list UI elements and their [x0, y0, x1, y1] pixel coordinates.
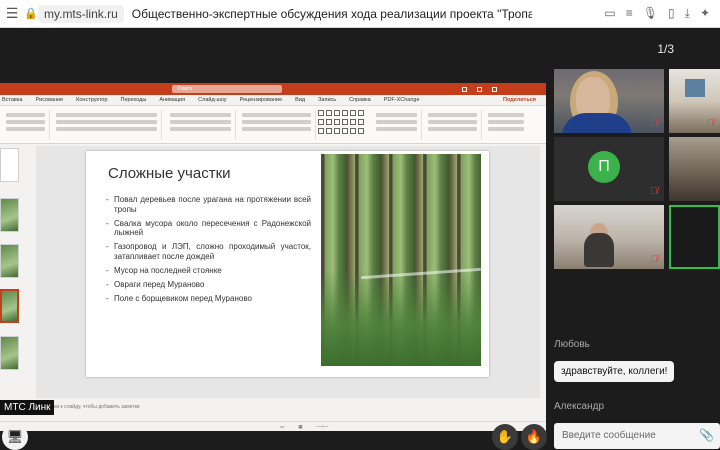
ribbon-group-editing — [484, 110, 528, 140]
ribbon-group-designer — [238, 110, 316, 140]
browser-toolbar: ☰ 🔒 my.mts-link.ru Общественно-экспертны… — [0, 0, 720, 28]
browser-icons: ▭ ≡ 🎙 ▯ ⤓ ✦ — [604, 6, 720, 21]
ppt-share-button: Поделиться — [502, 97, 536, 103]
slide-bullet: Газопровод и ЛЭП, сложно проходимый учас… — [106, 242, 311, 261]
maximize-icon — [477, 86, 482, 92]
participant-video[interactable]: 🎙̸ — [554, 205, 664, 269]
slide-bullet: Овраги перед Мураново — [106, 280, 311, 290]
ribbon-group-slides — [2, 110, 50, 140]
participant-avatar-tile[interactable]: П 🎙̸ — [554, 137, 664, 201]
close-icon — [492, 86, 497, 92]
page-counter: 1/3 — [657, 42, 674, 56]
chat-input-placeholder: Введите сообщение — [562, 430, 656, 441]
slide-thumbnails — [0, 144, 22, 376]
ppt-tab: Переходы — [120, 97, 147, 103]
page-title: Общественно-экспертные обсуждения хода р… — [131, 6, 532, 21]
ppt-search-input: Поиск — [172, 85, 282, 93]
hamburger-icon[interactable]: ☰ — [0, 0, 24, 28]
ppt-tab: Вставка — [2, 97, 23, 103]
ppt-tab: Анимация — [159, 97, 186, 103]
lock-icon: 🔒 — [24, 8, 38, 20]
chat-message-input[interactable]: Введите сообщение 📎 — [554, 423, 720, 449]
chat-sender-name: Александр — [554, 401, 605, 412]
raise-hand-icon[interactable]: ✋ — [492, 424, 518, 450]
slide-thumbnail — [0, 198, 19, 232]
address-bar[interactable]: my.mts-link.ru — [38, 4, 124, 23]
chat-sender-name: Любовь — [554, 339, 590, 350]
microphone-icon[interactable]: 🎙 — [643, 6, 658, 21]
ppt-statusbar: ▭ ▦ —+— — [0, 421, 546, 431]
slide-bullet: Повал деревьев после урагана на протяжен… — [106, 195, 311, 214]
ppt-tab: PDF-XChange — [383, 97, 420, 103]
slide-bullet-list: Повал деревьев после урагана на протяжен… — [106, 195, 311, 308]
minimize-icon — [462, 86, 467, 92]
screen-share-button[interactable]: 🖥 — [2, 424, 28, 450]
slide: Сложные участки Повал деревьев после ура… — [86, 151, 489, 377]
forest-photo — [321, 154, 481, 366]
ribbon-group-paragraph — [166, 110, 236, 140]
participant-video-active-speaker[interactable] — [669, 205, 720, 269]
shared-screen: Поиск Вставка Рисование Конструктор Пере… — [0, 83, 546, 431]
webinar-main: 1/3 Поиск Вставка Рисование Конструктор … — [0, 28, 720, 450]
ppt-titlebar: Поиск — [0, 83, 546, 95]
slide-bullet: Свалка мусора около пересечения с Радоне… — [106, 219, 311, 238]
ribbon-group-font — [52, 110, 162, 140]
ribbon-shapes-gallery — [318, 110, 368, 136]
ppt-tab: Запись — [318, 97, 337, 103]
participant-video[interactable]: 🎙̸ — [669, 69, 720, 133]
tab-icon[interactable]: ▭ — [604, 6, 615, 21]
ribbon-group-arrange — [372, 110, 422, 140]
download-icon[interactable]: ⤓ — [685, 6, 690, 21]
ppt-tab: Вид — [295, 97, 306, 103]
chat-message: здравствуйте, коллеги! — [554, 361, 675, 382]
participant-video[interactable] — [669, 137, 720, 201]
ribbon-group-styles — [424, 110, 482, 140]
ppt-ribbon-tabs: Вставка Рисование Конструктор Переходы А… — [0, 95, 546, 106]
slide-bullet: Поле с борщевиком перед Мураново — [106, 294, 311, 304]
brand-label: МТС Линк — [0, 400, 55, 415]
slide-thumbnail — [0, 148, 19, 182]
status-zoom-icon: —+— — [316, 424, 329, 429]
slide-thumbnail-selected — [0, 289, 19, 323]
mic-muted-icon: 🎙̸ — [706, 118, 715, 129]
status-notes-icon: ▭ — [280, 423, 285, 429]
mic-muted-icon: 🎙̸ — [650, 186, 659, 197]
slide-title: Сложные участки — [108, 165, 231, 182]
mic-muted-icon: 🎙̸ — [650, 254, 659, 265]
participant-video[interactable]: 🎙̸ — [554, 69, 664, 133]
reader-icon[interactable]: ≡ — [626, 6, 633, 21]
slide-thumbnail — [0, 336, 19, 370]
status-view-icon: ▦ — [298, 423, 303, 429]
slide-bullet: Мусор на последней стоянке — [106, 266, 311, 276]
slide-notes: Заметки к слайду, чтобы добавить заметки — [36, 401, 540, 413]
attach-icon[interactable]: 📎 — [699, 428, 714, 442]
ppt-tab: Слайд-шоу — [198, 97, 227, 103]
extensions-icon[interactable]: ✦ — [700, 6, 710, 21]
bookmark-icon[interactable]: ▯ — [668, 6, 675, 21]
ppt-ribbon — [0, 106, 546, 144]
avatar: П — [588, 151, 620, 183]
mic-muted-icon: 🎙̸ — [650, 118, 659, 129]
reactions-icon[interactable]: 🔥 — [521, 424, 547, 450]
ppt-tab: Рисование — [35, 97, 64, 103]
ppt-tab: Рецензирование — [239, 97, 283, 103]
ppt-tab: Справка — [349, 97, 371, 103]
slide-thumbnail — [0, 244, 19, 278]
ppt-tab: Конструктор — [76, 97, 108, 103]
slide-canvas: Сложные участки Повал деревьев после ура… — [36, 146, 540, 398]
